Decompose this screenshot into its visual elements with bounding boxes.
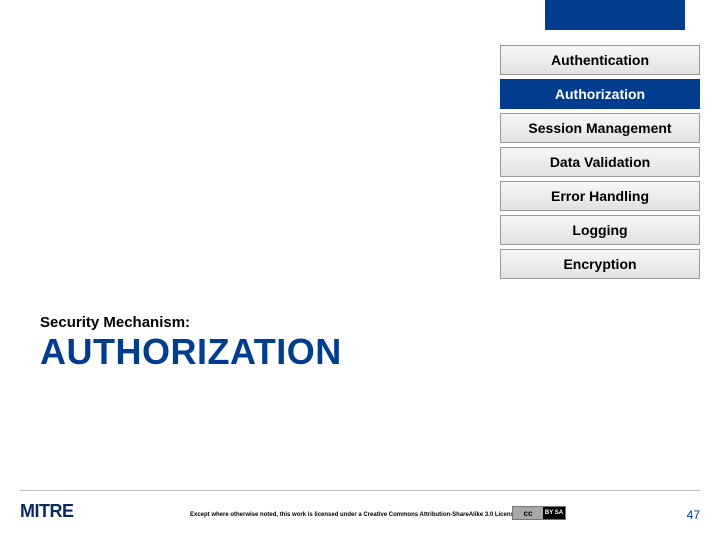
cc-terms: BY SA <box>543 507 565 519</box>
nav-item-error-handling[interactable]: Error Handling <box>500 181 700 211</box>
nav-label: Logging <box>572 222 627 238</box>
page-number: 47 <box>687 508 700 522</box>
nav-item-session-management[interactable]: Session Management <box>500 113 700 143</box>
nav-item-logging[interactable]: Logging <box>500 215 700 245</box>
kicker-text: Security Mechanism: <box>40 314 342 331</box>
security-nav: Authentication Authorization Session Man… <box>500 45 700 279</box>
footer-divider <box>20 490 700 491</box>
slide-body: Security Mechanism: AUTHORIZATION <box>40 314 342 373</box>
cc-license-badge: cc BY SA <box>512 506 566 520</box>
nav-label: Authentication <box>551 52 649 68</box>
nav-label: Session Management <box>528 120 671 136</box>
nav-label: Encryption <box>563 256 636 272</box>
nav-item-data-validation[interactable]: Data Validation <box>500 147 700 177</box>
header-brand-stripe <box>545 0 685 30</box>
nav-item-authentication[interactable]: Authentication <box>500 45 700 75</box>
nav-item-encryption[interactable]: Encryption <box>500 249 700 279</box>
nav-label: Authorization <box>555 86 645 102</box>
license-text: Except where otherwise noted, this work … <box>190 512 517 518</box>
cc-icon: cc <box>513 507 543 519</box>
headline-text: AUTHORIZATION <box>40 331 342 373</box>
mitre-logo: MITRE <box>20 501 74 522</box>
nav-item-authorization[interactable]: Authorization <box>500 79 700 109</box>
nav-label: Data Validation <box>550 154 650 170</box>
nav-label: Error Handling <box>551 188 649 204</box>
